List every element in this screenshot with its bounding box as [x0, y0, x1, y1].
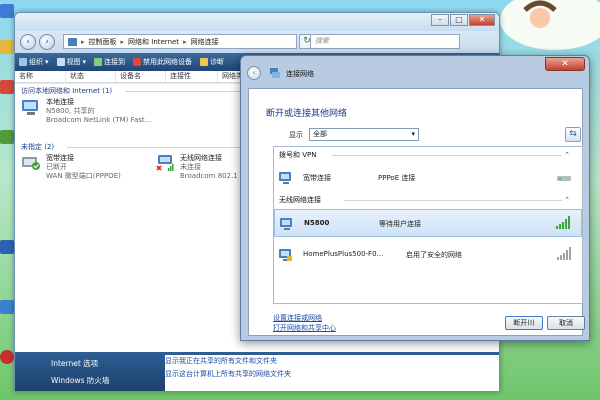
wireless-network-icon — [280, 218, 292, 230]
signal-gray-icon — [557, 247, 571, 260]
section-divider — [332, 155, 562, 156]
minimize-button[interactable]: – — [431, 14, 449, 26]
views-icon — [56, 58, 65, 66]
folder-icon — [68, 37, 77, 46]
local-connection-item[interactable]: 本地连接 N5800, 共享的 Broadcom NetLink (TM) Fa… — [21, 98, 151, 125]
refresh-button[interactable]: ⇆ — [565, 127, 581, 142]
network-item[interactable]: 宽带连接 PPPoE 连接 — [274, 164, 582, 192]
wireless-network-icon — [279, 249, 292, 261]
collapse-icon[interactable]: ⌃ — [564, 149, 570, 161]
organize-button[interactable]: 组织 ▾ — [19, 57, 49, 67]
network-name: HomePlusPlus500-F0... — [303, 250, 384, 258]
network-state: 启用了安全的网络 — [406, 251, 462, 259]
organize-icon — [19, 58, 27, 66]
connect-icon — [94, 58, 103, 66]
network-name: 宽带连接 — [303, 174, 331, 182]
dialog-title: 连接网络 — [286, 70, 314, 78]
network-item[interactable]: HomePlusPlus500-F0... 启用了安全的网络 — [274, 241, 582, 269]
back-button[interactable]: ‹ — [20, 34, 36, 50]
connection-name: 本地连接 — [46, 98, 74, 106]
views-button[interactable]: 视图 ▾ — [56, 57, 86, 67]
open-network-center-link[interactable]: 打开网络和共享中心 — [273, 323, 336, 333]
dialog-caption: ‹ 连接网络 ✕ — [241, 56, 589, 88]
maximize-button[interactable]: □ — [450, 14, 468, 26]
chevron-down-icon: ▾ — [411, 130, 415, 138]
connection-device: WAN 微型端口(PPPOE) — [46, 172, 121, 180]
connect-network-dialog: ‹ 连接网络 ✕ 断开或连接其他网络 显示 全部 ▾ ⇆ 拨号和 VPN ⌃ 宽… — [240, 55, 590, 341]
details-pane: Internet 选项 Windows 防火墙 显示我正在共享的所有文件和文件夹… — [15, 352, 499, 391]
network-state: 等待用户连接 — [379, 220, 421, 228]
section-divider — [344, 200, 562, 201]
connect-to-button[interactable]: 连接到 — [94, 57, 125, 67]
show-dropdown[interactable]: 全部 ▾ — [309, 128, 419, 141]
connection-status: 已断开 — [46, 163, 67, 171]
desktop-icon[interactable] — [0, 350, 14, 364]
diagnose-button[interactable]: 诊断 — [200, 57, 224, 67]
dialog-heading: 断开或连接其他网络 — [266, 109, 348, 119]
connection-status: N5800, 共享的 — [46, 107, 95, 115]
network-item-selected[interactable]: N5800 等待用户连接 — [274, 209, 582, 237]
wireless-adapter-icon — [155, 154, 175, 172]
connection-name: 无线网络连接 — [180, 154, 222, 162]
setup-connection-link[interactable]: 设置连接或网络 — [273, 313, 336, 323]
broadband-connection-icon — [21, 154, 41, 172]
desktop-icon[interactable] — [0, 80, 14, 94]
network-list: 拨号和 VPN ⌃ 宽带连接 PPPoE 连接 无线网络连接 ⌃ N5800 等… — [273, 146, 583, 304]
connection-device: Broadcom NetLink (TM) Fast... — [46, 116, 152, 124]
group-divider — [67, 147, 245, 148]
wireless-connection-item[interactable]: 无线网络连接 未连接 Broadcom 802.1 — [155, 154, 238, 181]
column-header[interactable]: 设备名 — [116, 71, 166, 82]
breadcrumb-item[interactable]: 控制面板 — [89, 37, 117, 47]
network-icon — [270, 68, 280, 78]
connection-status: 未连接 — [180, 163, 201, 171]
windows-firewall-link[interactable]: Windows 防火墙 — [51, 372, 163, 389]
desktop-icon[interactable] — [0, 240, 14, 254]
forward-button[interactable]: › — [39, 34, 55, 50]
network-state: PPPoE 连接 — [378, 174, 416, 182]
show-shared-files-link[interactable]: 显示我正在共享的所有文件和文件夹 — [165, 355, 499, 368]
desktop-icon[interactable] — [0, 130, 14, 144]
breadcrumb-item[interactable]: 网络连接 — [191, 37, 219, 47]
show-shared-folders-link[interactable]: 显示这台计算机上所有共享的网络文件夹 — [165, 368, 499, 381]
disconnect-button[interactable]: 断开(I) — [505, 316, 543, 330]
dialog-body: 断开或连接其他网络 显示 全部 ▾ ⇆ 拨号和 VPN ⌃ 宽带连接 PPPoE… — [248, 88, 583, 336]
disable-icon — [133, 58, 142, 66]
modem-icon — [557, 176, 571, 181]
desktop-icon[interactable] — [0, 4, 14, 18]
show-filter-row: 显示 全部 ▾ — [289, 128, 419, 141]
desktop-icon[interactable] — [0, 40, 14, 54]
desktop-icon[interactable] — [0, 300, 14, 314]
back-button[interactable]: ‹ — [247, 66, 261, 80]
search-input[interactable]: 搜索 — [310, 34, 460, 49]
address-bar[interactable]: ▸ 控制面板 ▸ 网络和 Internet ▸ 网络连接 — [63, 34, 297, 49]
show-dropdown-value: 全部 — [313, 130, 327, 138]
group-header[interactable]: 未指定 (2) — [21, 142, 54, 152]
diagnose-icon — [200, 58, 209, 66]
connection-name: 宽带连接 — [46, 154, 74, 162]
disable-device-button[interactable]: 禁用此网络设备 — [133, 57, 192, 67]
internet-options-link[interactable]: Internet 选项 — [51, 355, 163, 372]
broadband-connection-icon — [279, 172, 291, 184]
close-button[interactable]: ✕ — [545, 57, 585, 71]
connection-device: Broadcom 802.1 — [180, 172, 238, 180]
breadcrumb-item[interactable]: 网络和 Internet — [128, 37, 179, 47]
cancel-button[interactable]: 取消 — [547, 316, 585, 330]
broadband-connection-item[interactable]: 宽带连接 已断开 WAN 微型端口(PPPOE) — [21, 154, 121, 181]
window-caption: – □ ✕ — [15, 13, 499, 31]
address-bar-row: ‹ › ▸ 控制面板 ▸ 网络和 Internet ▸ 网络连接 ↻ 搜索 — [15, 31, 499, 53]
group-divider — [125, 91, 245, 92]
network-adapter-icon — [21, 98, 41, 116]
dialog-links: 设置连接或网络 打开网络和共享中心 — [273, 313, 336, 333]
collapse-icon[interactable]: ⌃ — [564, 194, 570, 206]
column-header[interactable]: 连接性 — [166, 71, 218, 82]
close-button[interactable]: ✕ — [469, 14, 495, 26]
network-name: N5800 — [304, 219, 330, 227]
group-header[interactable]: 访问本地网络和 Internet (1) — [21, 86, 112, 96]
show-label: 显示 — [289, 130, 303, 139]
column-header[interactable]: 状态 — [66, 71, 116, 82]
column-header[interactable]: 名称 — [15, 71, 66, 82]
signal-strong-icon — [556, 216, 570, 229]
